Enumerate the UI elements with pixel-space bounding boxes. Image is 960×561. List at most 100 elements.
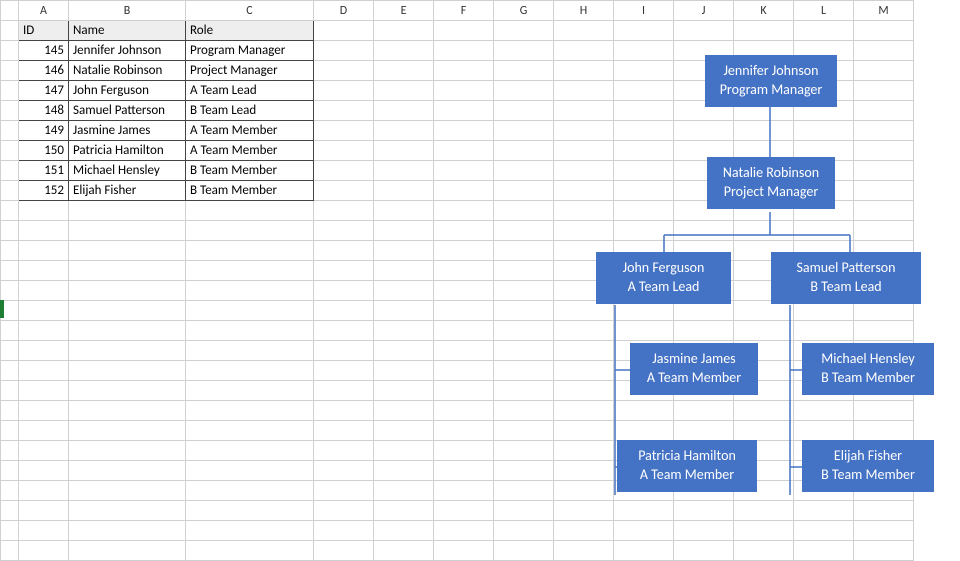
select-all-corner[interactable] <box>1 1 19 21</box>
row-header[interactable] <box>1 341 19 361</box>
cell-name[interactable]: Patricia Hamilton <box>69 141 186 161</box>
col-header[interactable]: G <box>494 1 554 21</box>
cell[interactable] <box>19 321 69 341</box>
cell[interactable] <box>314 141 374 161</box>
col-header[interactable]: D <box>314 1 374 21</box>
cell-role[interactable]: A Team Member <box>186 141 314 161</box>
cell[interactable] <box>374 41 434 61</box>
cell[interactable] <box>19 381 69 401</box>
col-header[interactable]: K <box>734 1 794 21</box>
cell[interactable] <box>186 361 314 381</box>
cell[interactable] <box>314 61 374 81</box>
table-row[interactable] <box>1 501 914 521</box>
col-header[interactable]: E <box>374 1 434 21</box>
cell[interactable] <box>554 81 614 101</box>
cell[interactable] <box>494 141 554 161</box>
table-row[interactable] <box>1 461 914 481</box>
table-row[interactable] <box>1 421 914 441</box>
cell[interactable] <box>434 301 494 321</box>
cell[interactable] <box>494 261 554 281</box>
cell[interactable] <box>314 441 374 461</box>
cell[interactable] <box>854 181 914 201</box>
cell[interactable] <box>374 181 434 201</box>
cell[interactable] <box>854 541 914 561</box>
cell[interactable] <box>374 521 434 541</box>
cell[interactable] <box>434 521 494 541</box>
cell[interactable] <box>19 521 69 541</box>
cell[interactable] <box>614 121 674 141</box>
cell[interactable] <box>614 161 674 181</box>
row-header[interactable] <box>1 101 19 121</box>
cell-name[interactable]: Jasmine James <box>69 121 186 141</box>
table-row[interactable] <box>1 541 914 561</box>
cell[interactable] <box>614 81 674 101</box>
cell[interactable] <box>854 421 914 441</box>
cell[interactable] <box>434 161 494 181</box>
cell[interactable] <box>186 261 314 281</box>
cell[interactable] <box>554 541 614 561</box>
cell-name[interactable]: Samuel Patterson <box>69 101 186 121</box>
cell[interactable] <box>554 481 614 501</box>
table-row[interactable] <box>1 381 914 401</box>
cell[interactable] <box>854 401 914 421</box>
cell[interactable] <box>69 441 186 461</box>
cell[interactable] <box>374 501 434 521</box>
cell[interactable] <box>69 221 186 241</box>
org-node-a-team-member-2[interactable]: Patricia Hamilton A Team Member <box>617 440 757 492</box>
cell[interactable] <box>614 201 674 221</box>
cell[interactable] <box>434 341 494 361</box>
cell[interactable] <box>314 521 374 541</box>
cell[interactable] <box>854 21 914 41</box>
cell[interactable] <box>674 21 734 41</box>
cell[interactable] <box>794 221 854 241</box>
cell[interactable] <box>614 501 674 521</box>
row-header[interactable] <box>1 521 19 541</box>
cell[interactable] <box>374 421 434 441</box>
table-row[interactable] <box>1 521 914 541</box>
row-header[interactable] <box>1 401 19 421</box>
row-header[interactable] <box>1 201 19 221</box>
cell[interactable] <box>554 201 614 221</box>
cell[interactable] <box>19 301 69 321</box>
cell-role[interactable]: B Team Member <box>186 161 314 181</box>
cell[interactable] <box>186 321 314 341</box>
cell[interactable] <box>434 421 494 441</box>
cell[interactable] <box>554 121 614 141</box>
table-header-role[interactable]: Role <box>186 21 314 41</box>
cell[interactable] <box>314 81 374 101</box>
cell[interactable] <box>494 181 554 201</box>
row-header[interactable] <box>1 121 19 141</box>
cell[interactable] <box>494 361 554 381</box>
org-node-a-team-lead[interactable]: John Ferguson A Team Lead <box>596 252 731 304</box>
cell[interactable] <box>374 301 434 321</box>
row-header[interactable] <box>1 381 19 401</box>
cell[interactable] <box>614 101 674 121</box>
cell[interactable] <box>794 521 854 541</box>
cell[interactable] <box>19 441 69 461</box>
row-header[interactable] <box>1 501 19 521</box>
cell-role[interactable]: B Team Lead <box>186 101 314 121</box>
cell[interactable] <box>734 221 794 241</box>
table-row[interactable]: 149 Jasmine James A Team Member <box>1 121 914 141</box>
cell[interactable] <box>614 141 674 161</box>
table-row[interactable] <box>1 221 914 241</box>
col-header[interactable]: J <box>674 1 734 21</box>
cell[interactable] <box>434 281 494 301</box>
cell[interactable] <box>314 221 374 241</box>
cell[interactable] <box>434 241 494 261</box>
row-header[interactable] <box>1 541 19 561</box>
col-header[interactable]: A <box>19 1 69 21</box>
col-header[interactable]: C <box>186 1 314 21</box>
cell[interactable] <box>314 41 374 61</box>
table-row[interactable] <box>1 401 914 421</box>
cell[interactable] <box>186 241 314 261</box>
cell[interactable] <box>674 401 734 421</box>
cell[interactable] <box>314 261 374 281</box>
cell[interactable] <box>554 441 614 461</box>
col-header[interactable]: M <box>854 1 914 21</box>
cell[interactable] <box>614 41 674 61</box>
cell[interactable] <box>494 41 554 61</box>
cell[interactable] <box>554 101 614 121</box>
cell[interactable] <box>19 221 69 241</box>
cell[interactable] <box>434 221 494 241</box>
